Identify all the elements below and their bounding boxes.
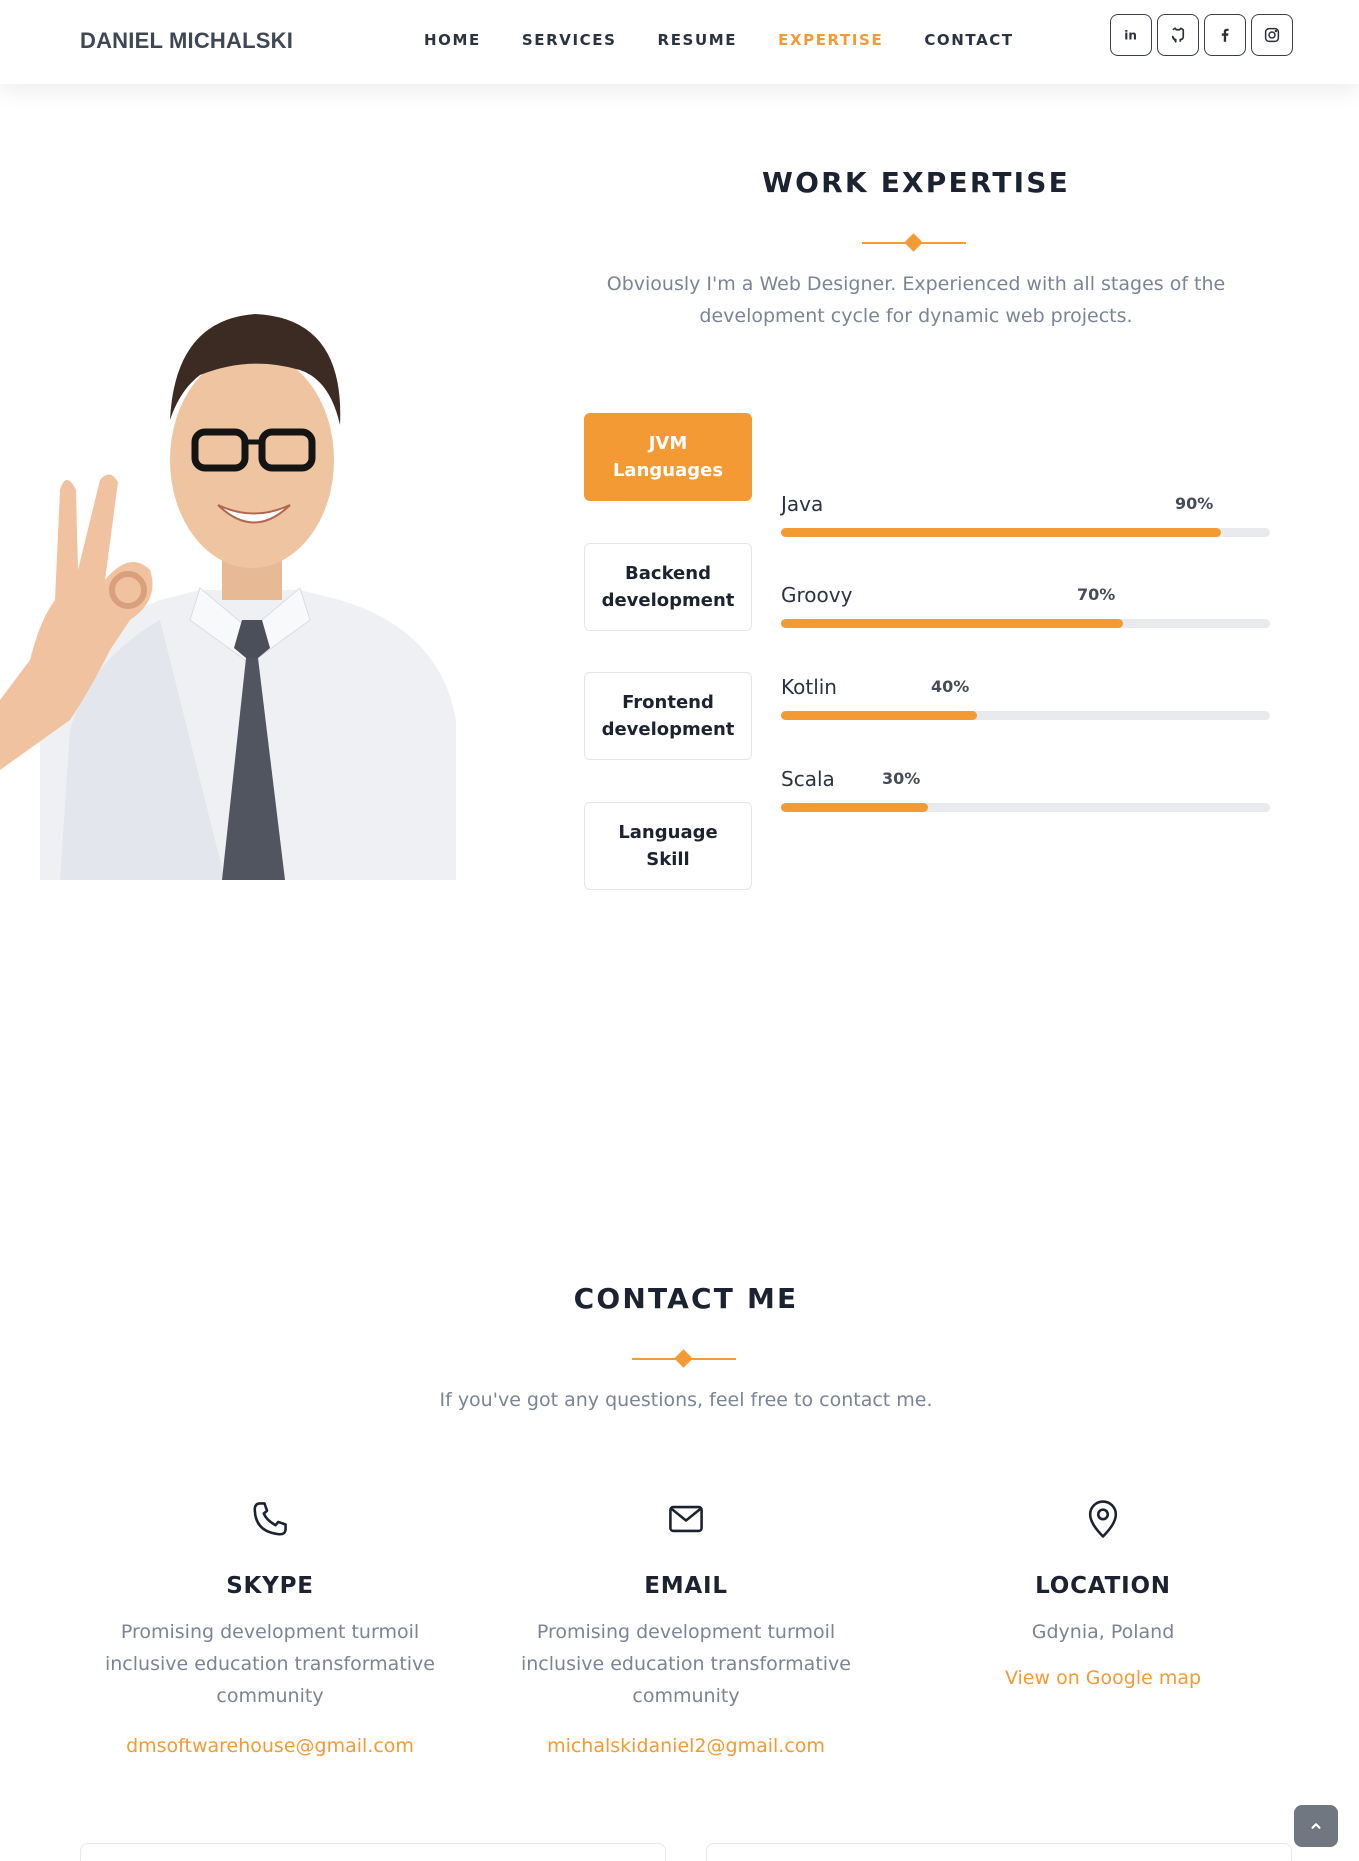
profile-photo — [0, 300, 456, 880]
linkedin-button[interactable]: in — [1110, 14, 1152, 56]
chevron-up-icon — [1311, 1823, 1321, 1829]
progress-track — [781, 803, 1270, 812]
progress-fill — [781, 528, 1221, 537]
skype-title: SKYPE — [226, 1573, 314, 1599]
skill-percent: 30% — [882, 769, 921, 788]
tab-jvm-languages[interactable]: JVM Languages — [584, 413, 752, 501]
tab-backend-development[interactable]: Backend development — [584, 543, 752, 631]
mail-icon — [669, 1505, 703, 1533]
email-link[interactable]: michalskidaniel2@gmail.com — [506, 1735, 866, 1757]
email-title: EMAIL — [644, 1573, 728, 1599]
contact-form-field-left[interactable] — [80, 1843, 666, 1861]
tab-frontend-development[interactable]: Frontend development — [584, 672, 752, 760]
progress-fill — [781, 619, 1123, 628]
contact-lead: If you've got any questions, feel free t… — [439, 1389, 933, 1411]
phone-icon — [253, 1502, 287, 1536]
nav-contact[interactable]: CONTACT — [924, 31, 1013, 49]
nav-home[interactable]: HOME — [424, 31, 481, 49]
nav-services[interactable]: SERVICES — [522, 31, 617, 49]
nav-expertise[interactable]: EXPERTISE — [778, 31, 883, 49]
progress-track — [781, 711, 1270, 720]
facebook-button[interactable] — [1204, 14, 1246, 56]
email-description: Promising development turmoil inclusive … — [520, 1621, 851, 1707]
main-nav: HOME SERVICES RESUME EXPERTISE CONTACT — [424, 31, 1055, 49]
linkedin-icon: in — [1124, 29, 1137, 43]
progress-fill — [781, 711, 977, 720]
tab-language-skill[interactable]: Language Skill — [584, 802, 752, 890]
skill-percent: 70% — [1077, 585, 1116, 604]
instagram-icon — [1264, 27, 1280, 43]
location-pin-icon — [1088, 1500, 1118, 1538]
scroll-to-top-button[interactable] — [1294, 1805, 1338, 1847]
nav-resume[interactable]: RESUME — [658, 31, 738, 49]
expertise-title: WORK EXPERTISE — [762, 166, 1070, 199]
skill-percent: 90% — [1175, 494, 1214, 513]
skype-description: Promising development turmoil inclusive … — [104, 1621, 435, 1707]
facebook-icon — [1221, 28, 1229, 42]
skill-name: Kotlin — [781, 675, 837, 699]
contact-title: CONTACT ME — [573, 1282, 799, 1315]
progress-fill — [781, 803, 928, 812]
contact-divider — [632, 1349, 736, 1368]
skill-name: Java — [781, 492, 824, 516]
expertise-lead: Obviously I'm a Web Designer. Experience… — [606, 273, 1226, 327]
location-title: LOCATION — [1035, 1573, 1171, 1599]
instagram-button[interactable] — [1251, 14, 1293, 56]
github-icon — [1171, 27, 1185, 43]
skype-link[interactable]: dmsoftwarehouse@gmail.com — [90, 1735, 450, 1757]
skill-name: Scala — [781, 767, 835, 791]
social-links: in — [1110, 14, 1293, 56]
skill-percent: 40% — [931, 677, 970, 696]
site-header: DANIEL MICHALSKI HOME SERVICES RESUME EX… — [0, 0, 1359, 84]
contact-form-field-right[interactable] — [706, 1843, 1292, 1861]
svg-text:in: in — [1124, 29, 1137, 43]
github-button[interactable] — [1157, 14, 1199, 56]
skill-name: Groovy — [781, 583, 853, 607]
expertise-divider — [862, 233, 966, 252]
google-map-link[interactable]: View on Google map — [923, 1667, 1283, 1689]
progress-track — [781, 619, 1270, 628]
location-address: Gdynia, Poland — [1031, 1621, 1175, 1643]
progress-track — [781, 528, 1270, 537]
brand-logo[interactable]: DANIEL MICHALSKI — [80, 28, 293, 54]
